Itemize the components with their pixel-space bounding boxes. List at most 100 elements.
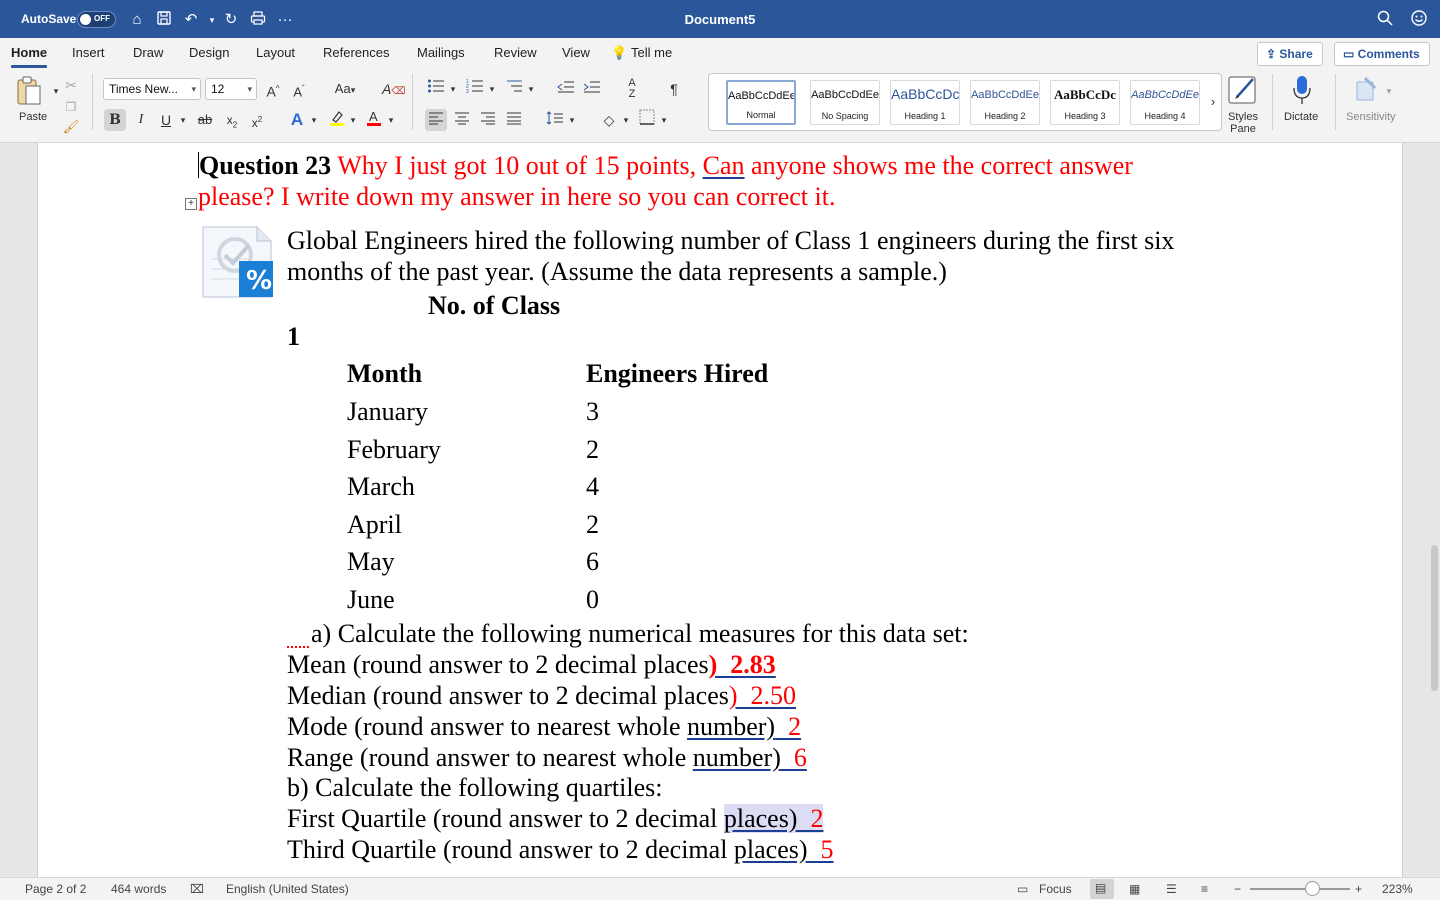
format-painter-icon[interactable]: 🖌: [60, 116, 82, 138]
table-cell-month: June: [347, 585, 395, 614]
font-name-combo[interactable]: Times New... ▾: [103, 78, 201, 100]
highlight-color-icon[interactable]: [326, 109, 348, 131]
web-layout-view-icon[interactable]: ▦: [1129, 882, 1140, 896]
sort-icon[interactable]: AZ: [621, 78, 643, 100]
tab-review[interactable]: Review: [494, 45, 537, 60]
multilevel-dropdown-icon[interactable]: ▾: [524, 78, 538, 100]
style-heading-1[interactable]: AaBbCcDc Heading 1: [890, 80, 960, 125]
style-normal[interactable]: AaBbCcDdEe Normal: [726, 80, 796, 125]
proofing-icon[interactable]: ⌧: [190, 882, 204, 896]
font-size-combo[interactable]: 12 ▾: [205, 78, 257, 100]
strikethrough-button[interactable]: ab: [194, 109, 216, 131]
style-heading-2[interactable]: AaBbCcDdEe Heading 2: [970, 80, 1040, 125]
align-right-button[interactable]: [477, 109, 499, 131]
show-formatting-marks-icon[interactable]: ¶: [663, 78, 685, 100]
italic-button[interactable]: I: [130, 109, 152, 131]
question-line-1: Question 23 Why I just got 10 out of 15 …: [198, 150, 1133, 181]
superscript-button[interactable]: x2: [246, 109, 268, 131]
bullets-dropdown-icon[interactable]: ▾: [446, 78, 460, 100]
smiley-icon[interactable]: [1409, 10, 1429, 30]
median-answer: ) 2.50: [728, 681, 797, 710]
shrink-font-icon[interactable]: Aˇ: [288, 78, 310, 100]
increase-indent-icon[interactable]: [581, 78, 603, 100]
line-spacing-icon[interactable]: [544, 109, 566, 131]
style-no-spacing[interactable]: AaBbCcDdEe No Spacing: [810, 80, 880, 125]
text-effects-icon[interactable]: A: [286, 109, 308, 131]
font-color-dropdown-icon[interactable]: ▾: [384, 109, 398, 131]
cut-icon[interactable]: ✂: [60, 74, 82, 96]
subscript-button[interactable]: x2: [221, 109, 243, 131]
justify-button[interactable]: [503, 109, 525, 131]
grow-font-icon[interactable]: A^: [262, 78, 284, 100]
document-page[interactable]: Question 23 Why I just got 10 out of 15 …: [37, 143, 1403, 877]
lightbulb-icon: 💡: [611, 45, 628, 60]
tab-references[interactable]: References: [323, 45, 389, 60]
change-case-icon[interactable]: Aa▾: [330, 78, 360, 100]
highlight-dropdown-icon[interactable]: ▾: [346, 109, 360, 131]
page-count[interactable]: Page 2 of 2: [25, 882, 86, 896]
table-move-handle-icon[interactable]: +: [185, 198, 197, 210]
zoom-level[interactable]: 223%: [1382, 882, 1413, 896]
decrease-indent-icon[interactable]: [555, 78, 577, 100]
sensitivity-dropdown-icon[interactable]: ▾: [1382, 80, 1396, 102]
tab-home[interactable]: Home: [11, 45, 48, 68]
style-heading-4[interactable]: AaBbCcDdEe Heading 4: [1130, 80, 1200, 125]
search-icon[interactable]: [1375, 10, 1395, 30]
share-button[interactable]: ⇪ Share: [1257, 42, 1323, 66]
line-spacing-dropdown-icon[interactable]: ▾: [565, 109, 579, 131]
font-color-icon[interactable]: A: [363, 109, 385, 131]
tab-mailings[interactable]: Mailings: [417, 45, 465, 60]
tab-draw[interactable]: Draw: [133, 45, 163, 60]
bold-button[interactable]: B: [104, 109, 126, 131]
tab-layout[interactable]: Layout: [256, 45, 295, 60]
chevron-right-icon[interactable]: ›: [1206, 91, 1220, 113]
numbering-dropdown-icon[interactable]: ▾: [485, 78, 499, 100]
vertical-scrollbar-thumb[interactable]: [1431, 545, 1438, 691]
draft-view-icon[interactable]: ≡: [1201, 882, 1208, 896]
sensitivity-icon[interactable]: [1352, 74, 1382, 106]
numbering-icon[interactable]: 123: [464, 78, 486, 100]
tab-design[interactable]: Design: [189, 45, 229, 60]
bullets-icon[interactable]: [425, 78, 447, 100]
outline-view-icon[interactable]: ☰: [1166, 882, 1177, 896]
copy-icon[interactable]: ❐: [60, 96, 82, 118]
microphone-icon[interactable]: [1288, 74, 1316, 108]
underline-button[interactable]: U: [155, 109, 177, 131]
styles-gallery: AaBbCcDdEe Normal AaBbCcDdEe No Spacing …: [708, 73, 1222, 131]
tab-view[interactable]: View: [562, 45, 590, 60]
styles-pane-icon[interactable]: [1226, 73, 1260, 107]
mean-label: Mean (round answer to 2 decimal places: [287, 650, 709, 679]
zoom-in-icon[interactable]: +: [1355, 882, 1362, 896]
focus-icon[interactable]: ▭: [1017, 882, 1028, 896]
range-number-word: number): [692, 743, 781, 772]
shading-dropdown-icon[interactable]: ▾: [619, 109, 633, 131]
text-effects-dropdown-icon[interactable]: ▾: [307, 109, 321, 131]
column-header-month: Month: [347, 359, 423, 388]
multilevel-list-icon[interactable]: [503, 78, 525, 100]
align-left-button[interactable]: [425, 109, 447, 131]
borders-dropdown-icon[interactable]: ▾: [657, 109, 671, 131]
align-center-button[interactable]: [451, 109, 473, 131]
svg-text:3: 3: [466, 89, 469, 94]
word-count[interactable]: 464 words: [111, 882, 166, 896]
language[interactable]: English (United States): [226, 882, 349, 896]
underline-dropdown-icon[interactable]: ▾: [176, 109, 190, 131]
focus-label[interactable]: Focus: [1039, 882, 1072, 896]
style-heading-3[interactable]: AaBbCcDc Heading 3: [1050, 80, 1120, 125]
tell-me-search[interactable]: Tell me: [631, 45, 672, 60]
paste-icon[interactable]: [14, 76, 44, 108]
table-cell-month: April: [347, 510, 402, 539]
style-preview: AaBbCcDdEe: [971, 89, 1039, 101]
borders-icon[interactable]: [636, 109, 658, 131]
zoom-out-icon[interactable]: −: [1234, 882, 1241, 896]
document-area[interactable]: Question 23 Why I just got 10 out of 15 …: [0, 143, 1440, 877]
clear-formatting-icon[interactable]: A⌫: [382, 78, 405, 100]
shading-icon[interactable]: ◇: [598, 109, 620, 131]
tab-insert[interactable]: Insert: [72, 45, 105, 60]
comments-button[interactable]: ▭ Comments: [1334, 42, 1430, 66]
q3-places-word: places): [733, 835, 808, 864]
document-image-icon[interactable]: %: [201, 225, 277, 299]
zoom-slider-track[interactable]: [1250, 888, 1350, 890]
zoom-slider-thumb[interactable]: [1305, 881, 1320, 896]
style-preview: AaBbCcDdEe: [811, 89, 879, 101]
